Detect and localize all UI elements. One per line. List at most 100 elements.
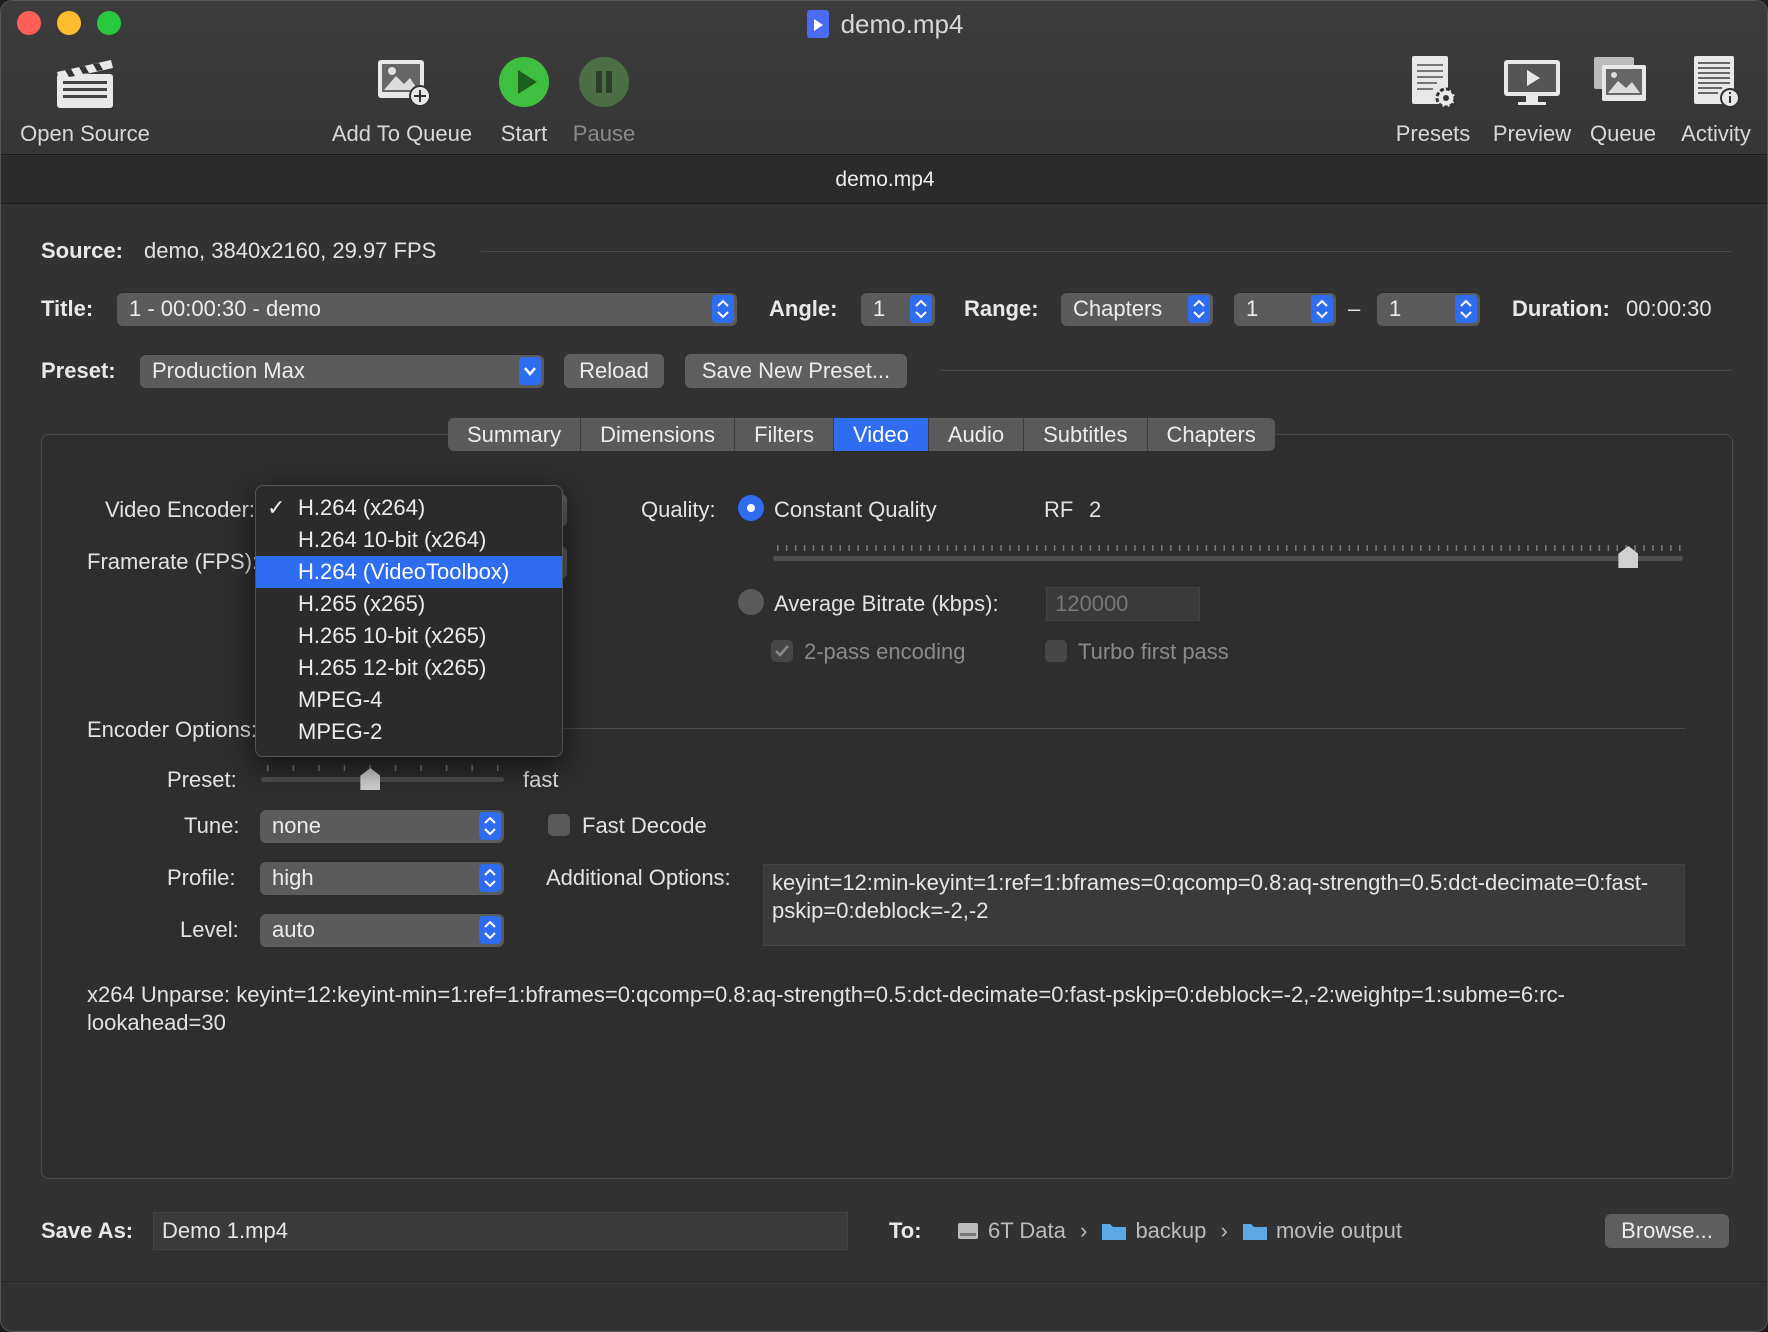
presets-label: Presets <box>1395 121 1471 146</box>
slider-tick <box>1339 545 1342 551</box>
tab-filters[interactable]: Filters <box>735 418 834 451</box>
preset-popup[interactable]: Production Max <box>140 354 544 388</box>
slider-tick <box>1250 545 1252 551</box>
slider-tick <box>1161 545 1163 551</box>
path-segment-drive: 6T Data <box>988 1218 1066 1243</box>
slider-tick <box>1411 545 1413 551</box>
save-as-input[interactable]: Demo 1.mp4 <box>153 1212 848 1250</box>
tab-bar: Summary Dimensions Filters Video Audio S… <box>448 418 1275 451</box>
profile-popup[interactable]: high <box>260 861 504 895</box>
angle-popup[interactable]: 1 <box>861 292 935 326</box>
rf-slider[interactable] <box>773 556 1683 561</box>
menu-item-label: H.264 (VideoToolbox) <box>298 559 510 584</box>
tab-subtitles[interactable]: Subtitles <box>1024 418 1148 451</box>
range-type-popup[interactable]: Chapters <box>1061 292 1213 326</box>
updown-chevron-icon <box>479 864 501 892</box>
encoder-preset-slider[interactable] <box>261 777 504 782</box>
slider-tick <box>1509 545 1511 551</box>
browse-button[interactable]: Browse... <box>1605 1214 1729 1248</box>
tab-audio[interactable]: Audio <box>929 418 1025 451</box>
slider-tick <box>1009 545 1011 551</box>
slider-tick <box>1044 545 1047 551</box>
menu-item-h264-10bit-x264[interactable]: H.264 10-bit (x264) <box>256 524 562 556</box>
save-as-label: Save As: <box>41 1218 134 1243</box>
slider-tick <box>1062 545 1065 551</box>
range-start-popup[interactable]: 1 <box>1234 292 1336 326</box>
slider-tick <box>812 545 815 551</box>
activity-button[interactable]: Activity <box>1673 51 1759 147</box>
profile-value: high <box>272 865 314 890</box>
menu-item-mpeg4[interactable]: MPEG-4 <box>256 684 562 716</box>
slider-tick <box>1098 545 1100 551</box>
updown-chevron-icon <box>712 295 734 323</box>
menu-item-mpeg2[interactable]: MPEG-2 <box>256 716 562 748</box>
framerate-label: Framerate (FPS): <box>87 549 259 574</box>
toolbar: demo.mp4 Open Source Add To Queue Start … <box>1 1 1767 155</box>
angle-label: Angle: <box>769 296 838 321</box>
slider-tick <box>1384 545 1386 551</box>
pause-icon <box>569 51 639 113</box>
slider-tick <box>1000 545 1002 551</box>
menu-item-h264-x264[interactable]: ✓ H.264 (x264) <box>256 492 562 524</box>
duration-label: Duration: <box>1512 296 1610 321</box>
source-divider <box>481 251 1731 252</box>
menu-item-h264-videotoolbox[interactable]: H.264 (VideoToolbox) <box>256 556 562 588</box>
average-bitrate-radio[interactable] <box>738 589 764 615</box>
add-to-queue-label: Add To Queue <box>331 121 473 146</box>
destination-path[interactable]: 6T Data › backup › movie output <box>956 1218 1402 1247</box>
slider-tick <box>1402 545 1404 551</box>
tab-chapters[interactable]: Chapters <box>1148 418 1275 451</box>
monitor-play-icon <box>1487 51 1577 113</box>
tune-popup[interactable]: none <box>260 809 504 843</box>
slider-tick <box>821 545 824 551</box>
constant-quality-radio[interactable] <box>738 495 764 521</box>
save-new-preset-button[interactable]: Save New Preset... <box>685 354 907 388</box>
slider-tick <box>893 545 895 551</box>
title-popup[interactable]: 1 - 00:00:30 - demo <box>117 292 737 326</box>
menu-item-h265-10bit-x265[interactable]: H.265 10-bit (x265) <box>256 620 562 652</box>
level-popup[interactable]: auto <box>260 913 504 947</box>
tab-dimensions[interactable]: Dimensions <box>581 418 736 451</box>
presets-button[interactable]: Presets <box>1391 51 1475 147</box>
preview-button[interactable]: Preview <box>1487 51 1577 147</box>
slider-tick <box>1545 545 1547 551</box>
menu-item-h265-12bit-x265[interactable]: H.265 12-bit (x265) <box>256 652 562 684</box>
slider-tick <box>1491 545 1493 551</box>
start-button[interactable]: Start <box>489 51 559 147</box>
menu-item-label: H.264 (x264) <box>298 495 426 520</box>
fast-decode-checkbox[interactable] <box>548 814 570 836</box>
rf-value: 2 <box>1089 497 1102 522</box>
updown-chevron-icon <box>479 812 501 840</box>
quality-label: Quality: <box>641 497 716 522</box>
reload-button[interactable]: Reload <box>564 354 664 388</box>
turbo-first-pass-checkbox[interactable] <box>1045 640 1067 662</box>
range-separator: – <box>1348 296 1361 321</box>
slider-tick <box>1259 545 1261 551</box>
range-end-popup[interactable]: 1 <box>1377 292 1480 326</box>
tab-video[interactable]: Video <box>833 418 929 451</box>
slider-tick <box>955 545 958 551</box>
range-end-value: 1 <box>1389 296 1402 321</box>
menu-item-h265-x265[interactable]: H.265 (x265) <box>256 588 562 620</box>
preset-divider <box>941 370 1731 371</box>
additional-options-textarea[interactable]: keyint=12:min-keyint=1:ref=1:bframes=0:q… <box>763 864 1685 946</box>
two-pass-checkbox[interactable] <box>771 640 793 662</box>
add-to-queue-button[interactable]: Add To Queue <box>327 51 477 147</box>
slider-tick <box>1598 545 1601 551</box>
average-bitrate-input[interactable]: 120000 <box>1046 587 1200 621</box>
menu-item-label: H.265 12-bit (x265) <box>298 655 487 680</box>
slider-tick <box>1393 545 1395 551</box>
queue-button[interactable]: Queue <box>1585 51 1661 147</box>
menu-item-label: H.264 10-bit (x264) <box>298 527 487 552</box>
slider-tick <box>1116 545 1118 551</box>
pause-button[interactable]: Pause <box>569 51 639 147</box>
tab-summary[interactable]: Summary <box>448 418 582 451</box>
slider-tick <box>1652 545 1654 551</box>
slider-tick <box>1330 545 1333 551</box>
slider-tick <box>1241 545 1243 551</box>
folder-icon <box>1242 1221 1268 1247</box>
photo-stack-icon <box>1585 51 1661 113</box>
slider-tick <box>1580 545 1583 551</box>
slider-tick <box>1643 545 1645 551</box>
open-source-button[interactable]: Open Source <box>15 51 155 147</box>
